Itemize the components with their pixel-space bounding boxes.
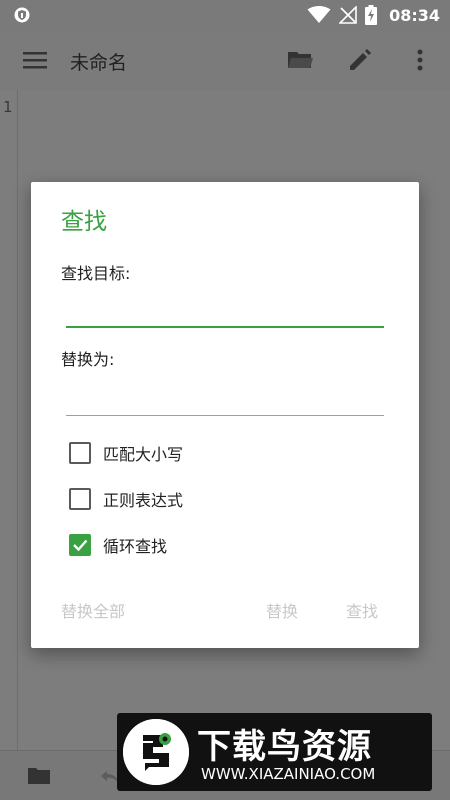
battery-charging-icon [365, 5, 378, 25]
watermark-banner: 下载鸟资源 WWW.XIAZAINIAO.COM [117, 713, 432, 791]
wrap-search-checkbox[interactable] [69, 534, 91, 556]
find-input[interactable] [66, 296, 384, 328]
regex-checkbox[interactable] [69, 488, 91, 510]
match-case-label: 匹配大小写 [103, 445, 184, 464]
wrap-search-label: 循环查找 [103, 537, 168, 556]
wrap-search-option[interactable]: 循环查找 [69, 532, 167, 558]
no-signal-icon [339, 6, 357, 24]
checkmark-icon [73, 539, 88, 552]
pencil-icon[interactable] [346, 46, 374, 74]
app-bar: 未命名 [0, 30, 450, 90]
menu-icon[interactable] [22, 48, 48, 72]
wifi-icon [307, 6, 331, 23]
match-case-checkbox[interactable] [69, 442, 91, 464]
app-title: 未命名 [70, 52, 128, 74]
regex-option[interactable]: 正则表达式 [69, 486, 183, 512]
folder-open-icon[interactable] [286, 46, 314, 74]
replace-label: 替换为: [61, 350, 115, 369]
replace-input[interactable] [66, 384, 384, 416]
line-gutter: 1 [0, 90, 18, 750]
line-number: 1 [3, 98, 13, 116]
find-label: 查找目标: [61, 264, 131, 283]
find-replace-dialog: 查找 查找目标: 替换为: 匹配大小写 正则表达式 循环查找 替换全部 替换 查… [31, 182, 419, 648]
regex-label: 正则表达式 [103, 491, 184, 510]
status-bar: 08:34 [0, 0, 450, 30]
status-icons: 08:34 [307, 4, 440, 26]
status-time: 08:34 [389, 5, 440, 25]
match-case-option[interactable]: 匹配大小写 [69, 440, 183, 466]
find-button[interactable]: 查找 [346, 598, 378, 622]
replace-button[interactable]: 替换 [266, 598, 298, 622]
dialog-title: 查找 [61, 209, 107, 235]
watermark-title: 下载鸟资源 [197, 727, 372, 767]
more-vert-icon[interactable] [406, 46, 434, 74]
bird-logo-icon [123, 719, 189, 785]
folder-icon[interactable] [26, 763, 52, 789]
watermark-url: WWW.XIAZAINIAO.COM [201, 765, 376, 783]
replace-all-button[interactable]: 替换全部 [61, 598, 125, 622]
shield-icon [14, 7, 30, 23]
